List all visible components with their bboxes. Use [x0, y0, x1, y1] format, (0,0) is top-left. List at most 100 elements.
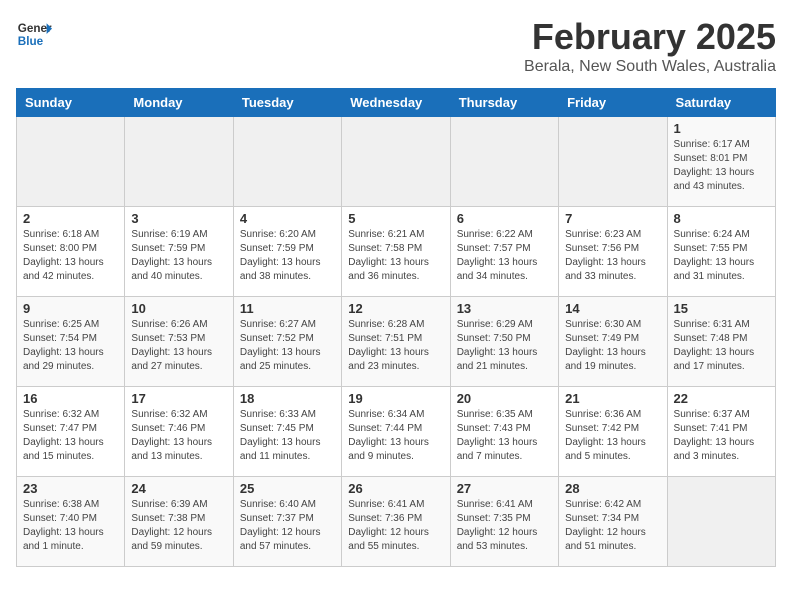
day-info: Sunrise: 6:19 AM Sunset: 7:59 PM Dayligh… [131, 228, 226, 284]
calendar-cell: 26Sunrise: 6:41 AM Sunset: 7:36 PM Dayli… [342, 477, 450, 567]
day-number: 25 [240, 481, 335, 496]
day-number: 16 [23, 391, 118, 406]
day-info: Sunrise: 6:39 AM Sunset: 7:38 PM Dayligh… [131, 498, 226, 554]
day-info: Sunrise: 6:18 AM Sunset: 8:00 PM Dayligh… [23, 228, 118, 284]
week-row-1: 1 Sunrise: 6:17 AM Sunset: 8:01 PM Daylig… [17, 117, 776, 207]
day-number: 20 [457, 391, 552, 406]
day-number: 3 [131, 211, 226, 226]
weekday-header-friday: Friday [559, 89, 667, 117]
page-header: General Blue February 2025 Berala, New S… [16, 16, 776, 76]
calendar-cell: 25 Sunrise: 6:40 AM Sunset: 7:37 PM Dayli… [233, 477, 341, 567]
day-number: 28 [565, 481, 660, 496]
calendar-cell: 16 Sunrise: 6:32 AM Sunset: 7:47 PM Dayli… [17, 387, 125, 477]
week-row-5: 23 Sunrise: 6:38 AM Sunset: 7:40 PM Dayli… [17, 477, 776, 567]
day-number: 4 [240, 211, 335, 226]
day-number: 23 [23, 481, 118, 496]
day-info: Sunrise: 6:23 AM Sunset: 7:56 PM Dayligh… [565, 228, 660, 284]
day-number: 9 [23, 301, 118, 316]
week-row-4: 16 Sunrise: 6:32 AM Sunset: 7:47 PM Dayli… [17, 387, 776, 477]
day-number: 7 [565, 211, 660, 226]
day-info: Sunrise: 6:40 AM Sunset: 7:37 PM Dayligh… [240, 498, 335, 554]
calendar-cell: 6 Sunrise: 6:22 AM Sunset: 7:57 PM Daylig… [450, 207, 558, 297]
calendar-cell [233, 117, 341, 207]
calendar-cell: 4Sunrise: 6:20 AM Sunset: 7:59 PM Daylig… [233, 207, 341, 297]
weekday-header-tuesday: Tuesday [233, 89, 341, 117]
calendar-cell: 3 Sunrise: 6:19 AM Sunset: 7:59 PM Daylig… [125, 207, 233, 297]
day-number: 12 [348, 301, 443, 316]
day-info: Sunrise: 6:24 AM Sunset: 7:55 PM Dayligh… [674, 228, 769, 284]
calendar-cell: 10 Sunrise: 6:26 AM Sunset: 7:53 PM Dayli… [125, 297, 233, 387]
day-number: 14 [565, 301, 660, 316]
calendar-cell: 23 Sunrise: 6:38 AM Sunset: 7:40 PM Dayli… [17, 477, 125, 567]
day-number: 1 [674, 121, 769, 136]
day-number: 24 [131, 481, 226, 496]
day-info: Sunrise: 6:33 AM Sunset: 7:45 PM Dayligh… [240, 408, 335, 464]
weekday-header-monday: Monday [125, 89, 233, 117]
weekday-header-thursday: Thursday [450, 89, 558, 117]
logo: General Blue [16, 16, 52, 52]
logo-icon: General Blue [16, 16, 52, 52]
day-info: Sunrise: 6:41 AM Sunset: 7:35 PM Dayligh… [457, 498, 552, 554]
day-number: 26 [348, 481, 443, 496]
day-number: 11 [240, 301, 335, 316]
day-info: Sunrise: 6:28 AM Sunset: 7:51 PM Dayligh… [348, 318, 443, 374]
calendar-cell: 7 Sunrise: 6:23 AM Sunset: 7:56 PM Daylig… [559, 207, 667, 297]
calendar-cell [125, 117, 233, 207]
day-number: 21 [565, 391, 660, 406]
week-row-2: 2 Sunrise: 6:18 AM Sunset: 8:00 PM Daylig… [17, 207, 776, 297]
calendar-cell: 15Sunrise: 6:31 AM Sunset: 7:48 PM Dayli… [667, 297, 775, 387]
calendar-cell: 14 Sunrise: 6:30 AM Sunset: 7:49 PM Dayli… [559, 297, 667, 387]
weekday-header-saturday: Saturday [667, 89, 775, 117]
calendar-cell: 21 Sunrise: 6:36 AM Sunset: 7:42 PM Dayli… [559, 387, 667, 477]
day-number: 6 [457, 211, 552, 226]
day-info: Sunrise: 6:21 AM Sunset: 7:58 PM Dayligh… [348, 228, 443, 284]
weekday-header-row: SundayMondayTuesdayWednesdayThursdayFrid… [17, 89, 776, 117]
day-number: 18 [240, 391, 335, 406]
day-number: 10 [131, 301, 226, 316]
calendar-cell: 22Sunrise: 6:37 AM Sunset: 7:41 PM Dayli… [667, 387, 775, 477]
weekday-header-sunday: Sunday [17, 89, 125, 117]
day-number: 19 [348, 391, 443, 406]
day-info: Sunrise: 6:29 AM Sunset: 7:50 PM Dayligh… [457, 318, 552, 374]
day-info: Sunrise: 6:32 AM Sunset: 7:47 PM Dayligh… [23, 408, 118, 464]
calendar-cell: 13 Sunrise: 6:29 AM Sunset: 7:50 PM Dayli… [450, 297, 558, 387]
calendar-cell: 17 Sunrise: 6:32 AM Sunset: 7:46 PM Dayli… [125, 387, 233, 477]
calendar-cell [17, 117, 125, 207]
calendar-cell: 20Sunrise: 6:35 AM Sunset: 7:43 PM Dayli… [450, 387, 558, 477]
day-info: Sunrise: 6:30 AM Sunset: 7:49 PM Dayligh… [565, 318, 660, 374]
day-info: Sunrise: 6:42 AM Sunset: 7:34 PM Dayligh… [565, 498, 660, 554]
calendar-cell: 19Sunrise: 6:34 AM Sunset: 7:44 PM Dayli… [342, 387, 450, 477]
week-row-3: 9Sunrise: 6:25 AM Sunset: 7:54 PM Daylig… [17, 297, 776, 387]
day-info: Sunrise: 6:31 AM Sunset: 7:48 PM Dayligh… [674, 318, 769, 374]
calendar-cell [450, 117, 558, 207]
calendar-title: February 2025 [524, 16, 776, 58]
day-number: 13 [457, 301, 552, 316]
calendar-cell [667, 477, 775, 567]
calendar-cell: 12 Sunrise: 6:28 AM Sunset: 7:51 PM Dayli… [342, 297, 450, 387]
calendar-cell: 9Sunrise: 6:25 AM Sunset: 7:54 PM Daylig… [17, 297, 125, 387]
title-section: February 2025 Berala, New South Wales, A… [524, 16, 776, 76]
calendar-cell: 18 Sunrise: 6:33 AM Sunset: 7:45 PM Dayli… [233, 387, 341, 477]
day-info: Sunrise: 6:36 AM Sunset: 7:42 PM Dayligh… [565, 408, 660, 464]
weekday-header-wednesday: Wednesday [342, 89, 450, 117]
day-number: 5 [348, 211, 443, 226]
day-info: Sunrise: 6:17 AM Sunset: 8:01 PM Dayligh… [674, 138, 769, 194]
day-number: 2 [23, 211, 118, 226]
day-info: Sunrise: 6:32 AM Sunset: 7:46 PM Dayligh… [131, 408, 226, 464]
day-number: 17 [131, 391, 226, 406]
calendar-cell [559, 117, 667, 207]
calendar-cell: 28 Sunrise: 6:42 AM Sunset: 7:34 PM Dayli… [559, 477, 667, 567]
calendar-cell: 1 Sunrise: 6:17 AM Sunset: 8:01 PM Daylig… [667, 117, 775, 207]
day-number: 8 [674, 211, 769, 226]
calendar-subtitle: Berala, New South Wales, Australia [524, 58, 776, 76]
day-number: 22 [674, 391, 769, 406]
day-info: Sunrise: 6:38 AM Sunset: 7:40 PM Dayligh… [23, 498, 118, 554]
calendar-cell [342, 117, 450, 207]
calendar-cell: 24 Sunrise: 6:39 AM Sunset: 7:38 PM Dayli… [125, 477, 233, 567]
calendar-cell: 2 Sunrise: 6:18 AM Sunset: 8:00 PM Daylig… [17, 207, 125, 297]
calendar-table: SundayMondayTuesdayWednesdayThursdayFrid… [16, 88, 776, 567]
day-info: Sunrise: 6:22 AM Sunset: 7:57 PM Dayligh… [457, 228, 552, 284]
svg-text:Blue: Blue [18, 35, 44, 48]
day-info: Sunrise: 6:27 AM Sunset: 7:52 PM Dayligh… [240, 318, 335, 374]
day-info: Sunrise: 6:26 AM Sunset: 7:53 PM Dayligh… [131, 318, 226, 374]
